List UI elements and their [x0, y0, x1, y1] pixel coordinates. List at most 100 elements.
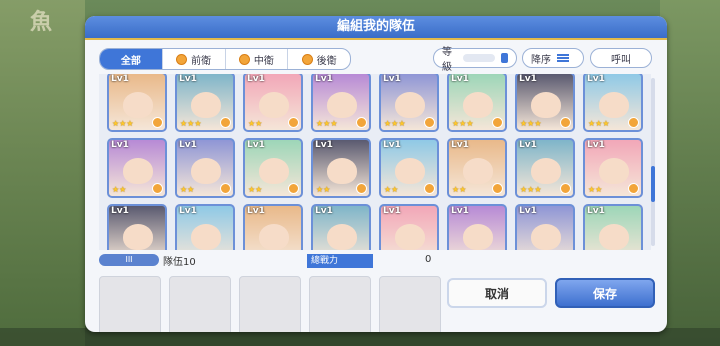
- team-slot[interactable]: [169, 276, 231, 332]
- star-rating: ★★★: [520, 185, 542, 194]
- character-card[interactable]: Lv1: [515, 204, 575, 250]
- character-card[interactable]: Lv1 ★★★: [515, 138, 575, 198]
- character-portrait: [599, 92, 629, 118]
- position-icon: [424, 117, 435, 128]
- character-level: Lv1: [315, 206, 333, 216]
- cancel-button[interactable]: 取消: [447, 278, 547, 308]
- filter-tab-front[interactable]: 前衛: [163, 49, 226, 69]
- character-level: Lv1: [451, 140, 469, 150]
- character-level: Lv1: [179, 74, 197, 84]
- character-card[interactable]: Lv1 ★★: [379, 138, 439, 198]
- character-portrait: [395, 224, 425, 250]
- star-rating: ★★: [248, 185, 263, 194]
- star-rating: ★★: [452, 185, 467, 194]
- character-level: Lv1: [587, 140, 605, 150]
- character-portrait: [463, 92, 493, 118]
- back-position-icon: [301, 53, 313, 65]
- position-icon: [288, 117, 299, 128]
- filter-tab-middle[interactable]: 中衛: [226, 49, 289, 69]
- roster-scroll-track[interactable]: [651, 78, 655, 246]
- position-icon: [560, 183, 571, 194]
- star-rating: ★★★: [588, 119, 610, 128]
- filter-tab-label: 後衛: [316, 55, 337, 67]
- character-level: Lv1: [111, 74, 129, 84]
- character-card[interactable]: Lv1 ★★★: [447, 74, 507, 132]
- character-level: Lv1: [247, 206, 265, 216]
- position-filter: 全部 前衛 中衛 後衛: [99, 48, 351, 70]
- character-card[interactable]: Lv1: [379, 204, 439, 250]
- character-card[interactable]: Lv1 ★★: [107, 138, 167, 198]
- character-card[interactable]: Lv1: [243, 204, 303, 250]
- power-value: 0: [425, 254, 432, 265]
- sort-lines-icon: [557, 54, 569, 62]
- position-icon: [288, 183, 299, 194]
- middle-position-icon: [238, 53, 250, 65]
- filter-tab-label: 中衛: [253, 55, 274, 67]
- team-edit-dialog: 編組我的隊伍 全部 前衛 中衛 後衛 等級 降序 呼叫 Lv1 ★★★ Lv1 ★★★…: [85, 16, 667, 332]
- character-card[interactable]: Lv1 ★★: [311, 138, 371, 198]
- character-card[interactable]: Lv1 ★★★: [311, 74, 371, 132]
- star-rating: ★★: [588, 185, 603, 194]
- sort-by-level-button[interactable]: 等級: [433, 47, 517, 73]
- power-label: 總戰力: [307, 254, 373, 268]
- character-portrait: [191, 158, 221, 184]
- character-portrait: [531, 158, 561, 184]
- team-slot[interactable]: [239, 276, 301, 332]
- character-level: Lv1: [519, 206, 537, 216]
- character-card[interactable]: Lv1 ★★: [243, 74, 303, 132]
- character-card[interactable]: Lv1 ★★★: [583, 74, 643, 132]
- character-card[interactable]: Lv1 ★★: [447, 138, 507, 198]
- character-portrait: [191, 224, 221, 250]
- character-portrait: [259, 224, 289, 250]
- team-slot[interactable]: [99, 276, 161, 332]
- call-button[interactable]: 呼叫: [590, 48, 652, 68]
- character-portrait: [599, 158, 629, 184]
- character-card[interactable]: Lv1 ★★★: [515, 74, 575, 132]
- filter-tab-back[interactable]: 後衛: [288, 49, 350, 69]
- character-portrait: [327, 92, 357, 118]
- position-icon: [152, 183, 163, 194]
- call-label: 呼叫: [611, 54, 631, 66]
- character-card[interactable]: Lv1: [107, 204, 167, 250]
- character-card[interactable]: Lv1 ★★: [175, 138, 235, 198]
- character-card[interactable]: Lv1: [583, 204, 643, 250]
- character-level: Lv1: [587, 74, 605, 84]
- background-right: [660, 0, 720, 346]
- filter-tab-all[interactable]: 全部: [100, 49, 163, 69]
- team-slot[interactable]: [309, 276, 371, 332]
- character-level: Lv1: [111, 140, 129, 150]
- level-bar: [462, 54, 495, 62]
- character-card[interactable]: Lv1: [311, 204, 371, 250]
- position-icon: [560, 117, 571, 128]
- position-icon: [152, 117, 163, 128]
- position-icon: [356, 183, 367, 194]
- character-roster[interactable]: Lv1 ★★★ Lv1 ★★★ Lv1 ★★ Lv1 ★★★ Lv1 ★★★ Lv1 ★★★ Lv1 ★★…: [99, 74, 651, 250]
- character-card[interactable]: Lv1: [175, 204, 235, 250]
- character-portrait: [463, 224, 493, 250]
- team-slot[interactable]: [379, 276, 441, 332]
- position-icon: [492, 183, 503, 194]
- character-card[interactable]: Lv1 ★★: [243, 138, 303, 198]
- character-level: Lv1: [111, 206, 129, 216]
- star-rating: ★★: [112, 185, 127, 194]
- character-card[interactable]: Lv1 ★★★: [175, 74, 235, 132]
- character-portrait: [123, 92, 153, 118]
- position-icon: [220, 117, 231, 128]
- character-level: Lv1: [519, 74, 537, 84]
- character-card[interactable]: Lv1 ★★★: [379, 74, 439, 132]
- sort-level-label: 等級: [442, 47, 452, 73]
- character-level: Lv1: [247, 140, 265, 150]
- roster-scrollbar[interactable]: [651, 166, 655, 202]
- sort-order-button[interactable]: 降序: [522, 48, 584, 68]
- character-card[interactable]: Lv1 ★★★: [107, 74, 167, 132]
- save-button[interactable]: 保存: [555, 278, 655, 308]
- character-level: Lv1: [179, 206, 197, 216]
- character-card[interactable]: Lv1: [447, 204, 507, 250]
- character-portrait: [531, 92, 561, 118]
- character-level: Lv1: [247, 74, 265, 84]
- team-label: III: [99, 254, 159, 266]
- character-level: Lv1: [519, 140, 537, 150]
- star-rating: ★★★: [180, 119, 202, 128]
- star-rating: ★★: [248, 119, 263, 128]
- character-card[interactable]: Lv1 ★★: [583, 138, 643, 198]
